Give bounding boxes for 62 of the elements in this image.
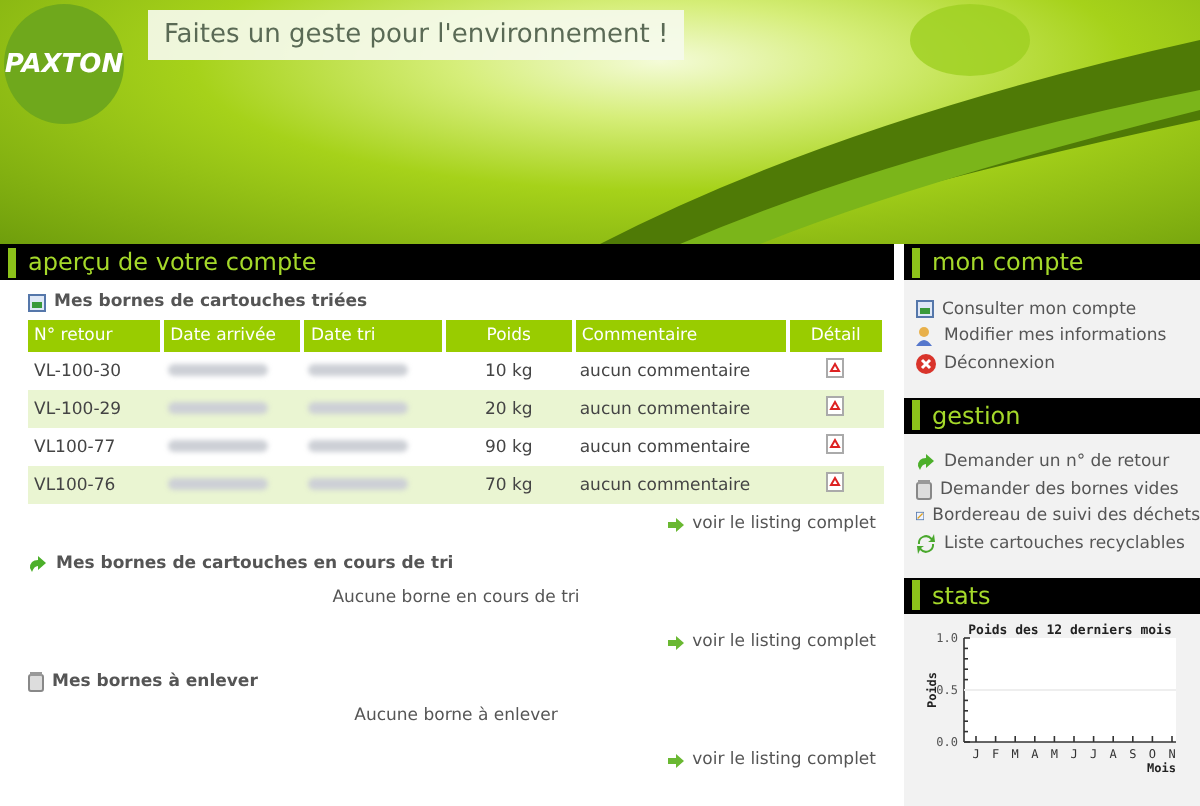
sidebar-link[interactable]: Déconnexion	[944, 353, 1055, 374]
blurred-date	[168, 363, 269, 375]
empty-message: Aucune borne à enlever	[352, 704, 560, 730]
table-cell: 20 kg	[443, 390, 574, 428]
blurred-date	[308, 363, 409, 375]
table-icon	[916, 300, 934, 319]
table-cell: aucun commentaire	[573, 390, 788, 428]
column-header: Détail	[787, 320, 884, 352]
listing-link[interactable]: voir le listing complet	[692, 632, 876, 652]
blurred-date	[308, 439, 409, 451]
table-cell: aucun commentaire	[573, 352, 788, 390]
arrow-right-icon	[668, 635, 685, 649]
blurred-date	[168, 439, 269, 451]
pdf-icon[interactable]	[826, 472, 845, 492]
bin-icon	[28, 672, 44, 692]
slogan: Faites un geste pour l'environnement !	[148, 10, 685, 60]
blurred-date	[168, 477, 269, 489]
column-header: N° retour	[28, 320, 163, 352]
pdf-icon[interactable]	[826, 358, 845, 378]
blurred-date	[168, 401, 269, 413]
table-cell: 70 kg	[443, 466, 574, 504]
table-cell: VL100-77	[28, 428, 163, 466]
pdf-icon[interactable]	[826, 396, 845, 416]
table-cell: VL100-76	[28, 466, 163, 504]
section-heading: Mes bornes de cartouches triées	[54, 292, 368, 312]
section-title: aperçu de votre compte	[28, 246, 317, 280]
arrow-icon	[916, 453, 936, 472]
section-heading: Mes bornes à enlever	[52, 672, 258, 692]
table-cell: aucun commentaire	[573, 466, 788, 504]
sidebar-title: stats	[932, 579, 991, 613]
table-cell: 90 kg	[443, 428, 574, 466]
arrow-icon	[28, 555, 48, 573]
sidebar-title: gestion	[932, 399, 1021, 433]
blurred-date	[308, 401, 409, 413]
sidebar-link[interactable]: Demander un n° de retour	[944, 452, 1170, 473]
table-cell: VL-100-30	[28, 352, 163, 390]
close-icon	[916, 353, 936, 374]
arrow-right-icon	[668, 753, 685, 767]
table-icon	[28, 293, 46, 311]
sidebar-link[interactable]: Demander des bornes vides	[940, 479, 1179, 500]
listing-link[interactable]: voir le listing complet	[692, 750, 876, 770]
column-header: Commentaire	[573, 320, 788, 352]
sidebar-link[interactable]: Bordereau de suivi des déchets	[932, 506, 1200, 527]
pdf-icon[interactable]	[826, 434, 845, 454]
sidebar-link[interactable]: Consulter mon compte	[942, 299, 1137, 320]
bin-icon	[916, 479, 932, 500]
sidebar-link[interactable]: Modifier mes informations	[944, 326, 1167, 347]
table-cell: 10 kg	[443, 352, 574, 390]
column-header: Date arrivée	[162, 320, 303, 352]
section-heading: Mes bornes de cartouches en cours de tri	[56, 554, 454, 574]
empty-message: Aucune borne en cours de tri	[330, 586, 582, 612]
listing-link[interactable]: voir le listing complet	[692, 514, 876, 534]
arrow-right-icon	[668, 517, 685, 531]
table-cell: aucun commentaire	[573, 428, 788, 466]
user-edit-icon	[916, 326, 936, 347]
blurred-date	[308, 477, 409, 489]
recycle-icon	[916, 533, 936, 554]
sidebar-link[interactable]: Liste cartouches recyclables	[944, 533, 1185, 554]
column-header: Poids	[443, 320, 574, 352]
column-header: Date tri	[302, 320, 444, 352]
sidebar-title: mon compte	[932, 246, 1084, 280]
table-cell: VL-100-29	[28, 390, 163, 428]
